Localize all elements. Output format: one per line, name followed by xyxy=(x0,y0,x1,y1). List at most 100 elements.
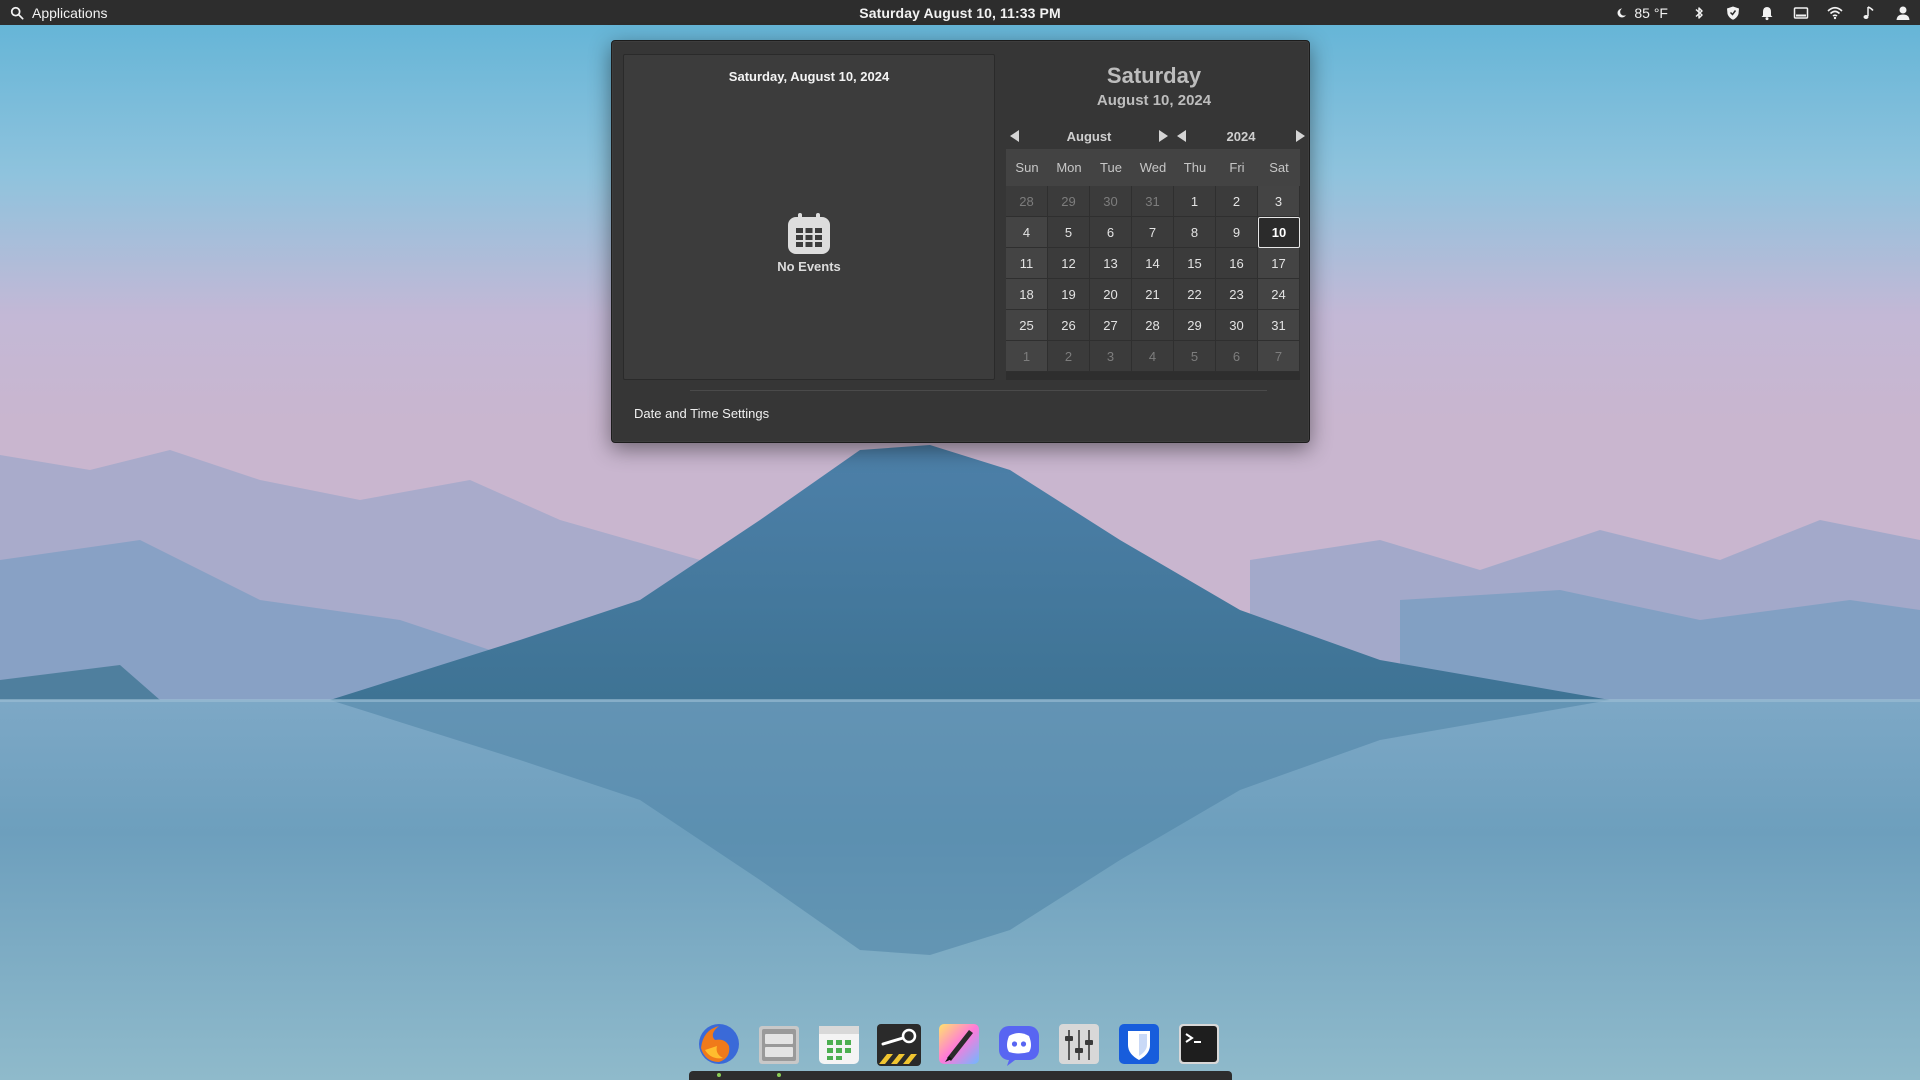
calendar-day[interactable]: 18 xyxy=(1006,279,1048,310)
calendar-day[interactable]: 7 xyxy=(1132,217,1174,248)
terminal-icon xyxy=(1179,1024,1219,1064)
dock-files[interactable] xyxy=(755,1020,803,1077)
calendar-heading-date: August 10, 2024 xyxy=(1096,92,1212,109)
calendar-day[interactable]: 22 xyxy=(1174,279,1216,310)
dock-steam[interactable] xyxy=(875,1020,923,1068)
dock-terminal[interactable] xyxy=(1175,1020,1223,1068)
calendar-day[interactable]: 5 xyxy=(1174,341,1216,372)
month-switcher: August xyxy=(1008,125,1170,147)
weekday-header: Mon xyxy=(1048,149,1090,186)
dock xyxy=(689,1071,1232,1080)
dock-calendar[interactable] xyxy=(815,1020,863,1068)
calendar-day[interactable]: 24 xyxy=(1258,279,1300,310)
calendar-day[interactable]: 3 xyxy=(1258,186,1300,217)
bluetooth-icon xyxy=(1695,6,1703,19)
notifications-indicator[interactable] xyxy=(1750,0,1784,25)
calendar-day[interactable]: 30 xyxy=(1090,186,1132,217)
calendar-day[interactable]: 17 xyxy=(1258,248,1300,279)
sound-indicator[interactable] xyxy=(1852,0,1886,25)
running-indicator xyxy=(717,1073,721,1077)
music-note-icon xyxy=(1863,5,1874,19)
calendar-day[interactable]: 29 xyxy=(1174,310,1216,341)
vpn-indicator[interactable] xyxy=(1716,0,1750,25)
calendar-day[interactable]: 23 xyxy=(1216,279,1258,310)
panel-clock[interactable]: Saturday August 10, 11:33 PM xyxy=(849,0,1070,25)
calendar-day[interactable]: 19 xyxy=(1048,279,1090,310)
steam-icon xyxy=(877,1024,921,1066)
weather-indicator[interactable]: 85 °F xyxy=(1607,0,1682,25)
calendar-day[interactable]: 29 xyxy=(1048,186,1090,217)
chevron-right-icon xyxy=(1296,130,1305,142)
calendar-day[interactable]: 2 xyxy=(1048,341,1090,372)
calendar-day[interactable]: 3 xyxy=(1090,341,1132,372)
calendar-day[interactable]: 11 xyxy=(1006,248,1048,279)
calendar-day[interactable]: 28 xyxy=(1006,186,1048,217)
weekday-header: Thu xyxy=(1174,149,1216,186)
calendar-day[interactable]: 4 xyxy=(1132,341,1174,372)
calendar-day[interactable]: 31 xyxy=(1258,310,1300,341)
calendar-day[interactable]: 25 xyxy=(1006,310,1048,341)
calendar-day[interactable]: 8 xyxy=(1174,217,1216,248)
weekday-header: Tue xyxy=(1090,149,1132,186)
calendar-day[interactable]: 1 xyxy=(1006,341,1048,372)
calendar-day-today[interactable]: 10 xyxy=(1258,217,1300,248)
calendar-day[interactable]: 16 xyxy=(1216,248,1258,279)
bell-icon xyxy=(1761,6,1773,20)
weekday-header: Sat xyxy=(1258,149,1300,186)
dock-mixer[interactable] xyxy=(1055,1020,1103,1068)
previous-month-button[interactable] xyxy=(1008,129,1022,143)
previous-year-button[interactable] xyxy=(1175,129,1189,143)
popover-separator xyxy=(690,390,1267,391)
chevron-left-icon xyxy=(1177,130,1186,142)
applications-menu-button[interactable]: Applications xyxy=(0,0,118,25)
calendar-day[interactable]: 28 xyxy=(1132,310,1174,341)
weather-temp: 85 °F xyxy=(1634,4,1668,21)
calendar-day[interactable]: 15 xyxy=(1174,248,1216,279)
calendar-day[interactable]: 9 xyxy=(1216,217,1258,248)
dock-krita[interactable] xyxy=(935,1020,983,1068)
year-label: 2024 xyxy=(1226,128,1256,144)
calendar-day[interactable]: 4 xyxy=(1006,217,1048,248)
calendar-day[interactable]: 21 xyxy=(1132,279,1174,310)
mixer-icon xyxy=(1059,1024,1099,1064)
calendar-day[interactable]: 30 xyxy=(1216,310,1258,341)
network-indicator[interactable] xyxy=(1818,0,1852,25)
calendar-day[interactable]: 27 xyxy=(1090,310,1132,341)
user-icon xyxy=(1896,6,1910,20)
calendar-heading-day: Saturday xyxy=(1106,63,1202,88)
calendar-icon xyxy=(788,213,830,254)
bluetooth-indicator[interactable] xyxy=(1682,0,1716,25)
calendar-day[interactable]: 12 xyxy=(1048,248,1090,279)
session-indicator[interactable] xyxy=(1886,0,1920,25)
calendar-day[interactable]: 5 xyxy=(1048,217,1090,248)
calendar-grid: Sun Mon Tue Wed Thu Fri Sat 28 29 30 31 … xyxy=(1006,149,1300,380)
firefox-icon xyxy=(699,1024,739,1064)
no-events-label: No Events xyxy=(777,259,841,274)
krita-icon xyxy=(939,1024,979,1064)
calendar-day[interactable]: 14 xyxy=(1132,248,1174,279)
date-time-settings-link[interactable]: Date and Time Settings xyxy=(634,406,769,421)
weekday-header: Wed xyxy=(1132,149,1174,186)
calendar-day[interactable]: 20 xyxy=(1090,279,1132,310)
calendar-day[interactable]: 31 xyxy=(1132,186,1174,217)
dock-discord[interactable] xyxy=(995,1020,1043,1068)
next-year-button[interactable] xyxy=(1293,129,1307,143)
shield-icon xyxy=(1727,6,1739,20)
dock-bitwarden[interactable] xyxy=(1115,1020,1163,1068)
calendar-day[interactable]: 7 xyxy=(1258,341,1300,372)
calendar-day[interactable]: 26 xyxy=(1048,310,1090,341)
bitwarden-icon xyxy=(1119,1024,1159,1064)
calendar-day[interactable]: 1 xyxy=(1174,186,1216,217)
display-icon xyxy=(1793,6,1809,19)
display-indicator[interactable] xyxy=(1784,0,1818,25)
applications-label: Applications xyxy=(32,4,108,21)
files-icon xyxy=(759,1026,799,1064)
next-month-button[interactable] xyxy=(1156,129,1170,143)
no-events-placeholder: No Events xyxy=(624,213,994,274)
calendar-day[interactable]: 6 xyxy=(1216,341,1258,372)
calendar-day[interactable]: 6 xyxy=(1090,217,1132,248)
calendar-day[interactable]: 13 xyxy=(1090,248,1132,279)
calendar-day[interactable]: 2 xyxy=(1216,186,1258,217)
top-panel: Applications Saturday August 10, 11:33 P… xyxy=(0,0,1920,25)
dock-firefox[interactable] xyxy=(695,1020,743,1077)
